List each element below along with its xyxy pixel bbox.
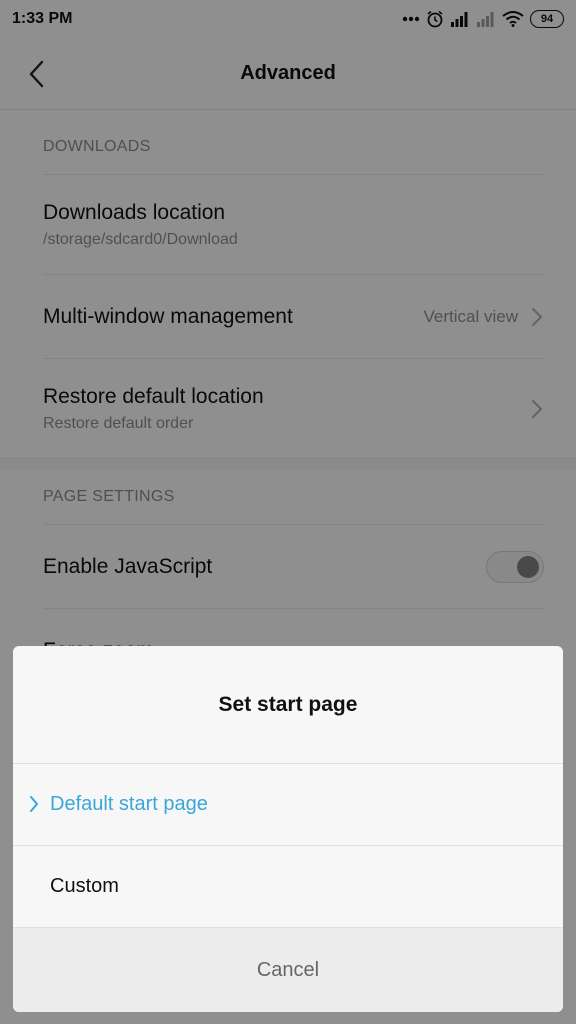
settings-screen: 1:33 PM 94 Advanced DOWNLOADS Downloads … — [0, 0, 576, 1024]
option-default-start-page[interactable]: Default start page — [13, 764, 563, 846]
option-label: Custom — [50, 875, 119, 897]
option-label: Default start page — [50, 793, 208, 815]
dialog-title: Set start page — [13, 646, 563, 764]
selected-chevron-icon — [29, 795, 39, 813]
cancel-button[interactable]: Cancel — [13, 928, 563, 1012]
option-custom[interactable]: Custom — [13, 846, 563, 928]
start-page-dialog: Set start page Default start page Custom… — [13, 646, 563, 1012]
